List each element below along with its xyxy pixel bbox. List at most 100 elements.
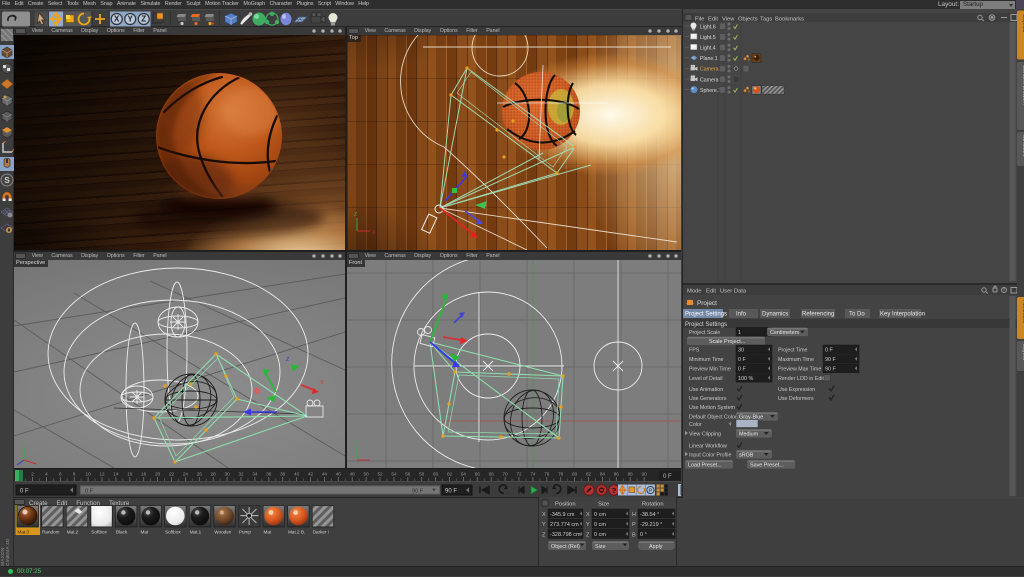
svg-text:-328.798 cm: -328.798 cm <box>550 532 581 538</box>
svg-text:Bookmarks: Bookmarks <box>775 16 804 22</box>
svg-text:X: X <box>320 380 324 386</box>
svg-text:Z: Z <box>354 212 357 218</box>
svg-text:40: 40 <box>294 472 300 477</box>
svg-text:58: 58 <box>419 472 425 477</box>
svg-text:Use Motion System: Use Motion System <box>689 405 736 411</box>
svg-text:Sphere.1: Sphere.1 <box>700 88 721 94</box>
svg-text:66: 66 <box>475 472 481 477</box>
svg-text:Scale Project...: Scale Project... <box>709 339 745 345</box>
svg-text:Y: Y <box>586 522 590 528</box>
svg-text:Load Preset...: Load Preset... <box>688 462 722 468</box>
svg-text:X: X <box>372 230 376 236</box>
svg-text:?: ? <box>612 486 617 495</box>
svg-text:Y: Y <box>354 441 358 447</box>
svg-text:88: 88 <box>628 472 634 477</box>
svg-text:Preview Min Time: Preview Min Time <box>689 366 731 372</box>
svg-text:To Do: To Do <box>849 312 865 318</box>
svg-text:Edit: Edit <box>706 288 716 294</box>
svg-text:Default Object Color: Default Object Color <box>689 414 737 420</box>
svg-text:View Clipping: View Clipping <box>689 431 721 437</box>
svg-text:14: 14 <box>113 472 119 477</box>
svg-text:X: X <box>114 15 120 24</box>
svg-text:Object (Rel): Object (Rel) <box>551 544 580 550</box>
svg-text:44: 44 <box>322 472 328 477</box>
svg-text:X: X <box>542 512 546 518</box>
svg-text:Z: Z <box>286 357 290 363</box>
svg-text:54: 54 <box>391 472 397 477</box>
svg-text:S: S <box>4 176 10 185</box>
svg-text:Z: Z <box>141 15 146 24</box>
svg-text:Use Generators: Use Generators <box>689 396 727 402</box>
svg-text:FPS: FPS <box>689 347 700 353</box>
svg-text:100 %: 100 % <box>738 376 753 382</box>
svg-text:26: 26 <box>197 472 203 477</box>
svg-text:Render LOD in Editor: Render LOD in Editor <box>778 376 829 382</box>
svg-text:Plane.1: Plane.1 <box>700 56 718 62</box>
svg-text:Black: Black <box>116 530 128 535</box>
svg-text:90 F: 90 F <box>825 357 836 363</box>
svg-text:Use Animation: Use Animation <box>689 387 723 393</box>
svg-text:0 cm: 0 cm <box>594 512 606 518</box>
svg-text:Light.5: Light.5 <box>700 35 716 41</box>
svg-text:Project Settings: Project Settings <box>685 322 727 328</box>
svg-text:50: 50 <box>364 472 370 477</box>
svg-text:Edit: Edit <box>708 16 718 22</box>
svg-text:Maximum Time: Maximum Time <box>778 357 814 363</box>
svg-text:H: H <box>632 512 636 518</box>
svg-text:Size: Size <box>598 502 609 508</box>
svg-text:Use Deformers: Use Deformers <box>778 396 814 402</box>
svg-text:46: 46 <box>336 472 342 477</box>
svg-text:Y: Y <box>542 522 546 528</box>
svg-text:0 °: 0 ° <box>640 532 647 538</box>
svg-text:2: 2 <box>31 472 34 477</box>
svg-text:18: 18 <box>141 472 147 477</box>
svg-text:16: 16 <box>127 472 133 477</box>
svg-text:4: 4 <box>45 472 48 477</box>
svg-text:Y: Y <box>21 441 25 447</box>
svg-text:Camera: Camera <box>700 77 719 83</box>
svg-text:Objects: Objects <box>738 16 758 22</box>
svg-text:0 F: 0 F <box>738 366 746 372</box>
svg-text:0 F: 0 F <box>85 489 94 495</box>
svg-text:?: ? <box>1003 288 1006 294</box>
svg-text:Centimeters: Centimeters <box>770 330 799 336</box>
svg-text:Size: Size <box>595 544 606 550</box>
svg-text:Mat.1: Mat.1 <box>190 530 202 535</box>
svg-text:Darker !: Darker ! <box>313 530 329 535</box>
svg-text:-29.219 °: -29.219 ° <box>640 522 662 528</box>
svg-text:P: P <box>648 488 652 494</box>
svg-text:80: 80 <box>572 472 578 477</box>
svg-text:Z: Z <box>542 532 546 538</box>
svg-text:Project: Project <box>697 300 717 307</box>
svg-text:52: 52 <box>377 472 383 477</box>
svg-text:90: 90 <box>642 472 648 477</box>
svg-text:38: 38 <box>280 472 286 477</box>
svg-text:Info: Info <box>736 312 747 318</box>
svg-text:32: 32 <box>238 472 244 477</box>
svg-text:Level of Detail: Level of Detail <box>689 376 723 382</box>
svg-text:Save Preset...: Save Preset... <box>750 462 784 468</box>
svg-text:74: 74 <box>530 472 536 477</box>
svg-text:Position: Position <box>555 502 576 508</box>
svg-text:82: 82 <box>586 472 592 477</box>
svg-text:Color: Color <box>689 422 702 428</box>
svg-text:0 F: 0 F <box>738 357 746 363</box>
svg-text:0 F: 0 F <box>663 474 672 480</box>
svg-text:36: 36 <box>266 472 272 477</box>
svg-text:User Data: User Data <box>720 288 747 294</box>
svg-text:30: 30 <box>225 472 231 477</box>
svg-text:62: 62 <box>447 472 453 477</box>
svg-text:Key Interpolation: Key Interpolation <box>880 312 925 318</box>
svg-text:60: 60 <box>433 472 439 477</box>
svg-text:48: 48 <box>350 472 356 477</box>
svg-text:Mat: Mat <box>264 530 272 535</box>
svg-text:10: 10 <box>86 472 92 477</box>
svg-text:42: 42 <box>308 472 314 477</box>
svg-text:20: 20 <box>155 472 161 477</box>
svg-text:Dynamics: Dynamics <box>762 312 788 318</box>
svg-text:6: 6 <box>59 472 62 477</box>
svg-text:sRGB: sRGB <box>739 452 754 458</box>
svg-text:90 F: 90 F <box>412 489 424 495</box>
svg-text:Wooden: Wooden <box>214 530 231 535</box>
svg-text:Preview Max Time: Preview Max Time <box>778 366 821 372</box>
